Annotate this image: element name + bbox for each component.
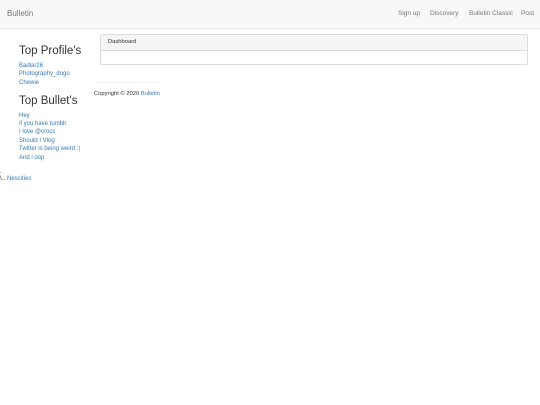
footer-divider (95, 82, 161, 83)
navbar: Bulletin Sign up Discovery Bulletin Clas… (0, 0, 540, 29)
stray-mark: . (0, 169, 2, 175)
bullet-link[interactable]: And i oop (19, 154, 44, 162)
nescities-link[interactable]: Nescities (7, 176, 31, 182)
bullet-link[interactable]: I love @crocs (19, 128, 55, 136)
nav-post[interactable]: Post (521, 10, 534, 17)
footer-brand-link[interactable]: Bulletin (141, 91, 160, 97)
bullet-link[interactable]: Hey (19, 112, 30, 120)
brand-link[interactable]: Bulletin (7, 9, 33, 18)
bullet-link[interactable]: if you have tumblr (19, 120, 66, 128)
footer: Copyright © 2020 Bulletin (94, 91, 160, 97)
nav-signup[interactable]: Sign up (398, 10, 420, 17)
nav-bulletin-classic[interactable]: Bulletin Classic (469, 10, 513, 17)
dashboard-heading: Dashboard (101, 35, 527, 51)
profile-link[interactable]: Photography_dogo (19, 70, 70, 78)
bullet-link[interactable]: Twitter is being weird :| (19, 145, 80, 153)
dashboard-panel: Dashboard (100, 34, 528, 65)
bullet-link[interactable]: Should I Vlog (19, 137, 55, 145)
profile-link[interactable]: Badlar26 (19, 62, 43, 70)
nav-discovery[interactable]: Discovery (430, 10, 459, 17)
stray-prefix: \.. (0, 176, 6, 182)
copyright-text: Copyright © 2020 (94, 91, 140, 97)
profile-link[interactable]: Chewie (19, 79, 39, 87)
top-bullets-heading: Top Bullet's (19, 95, 78, 107)
top-profiles-heading: Top Profile's (19, 45, 82, 57)
